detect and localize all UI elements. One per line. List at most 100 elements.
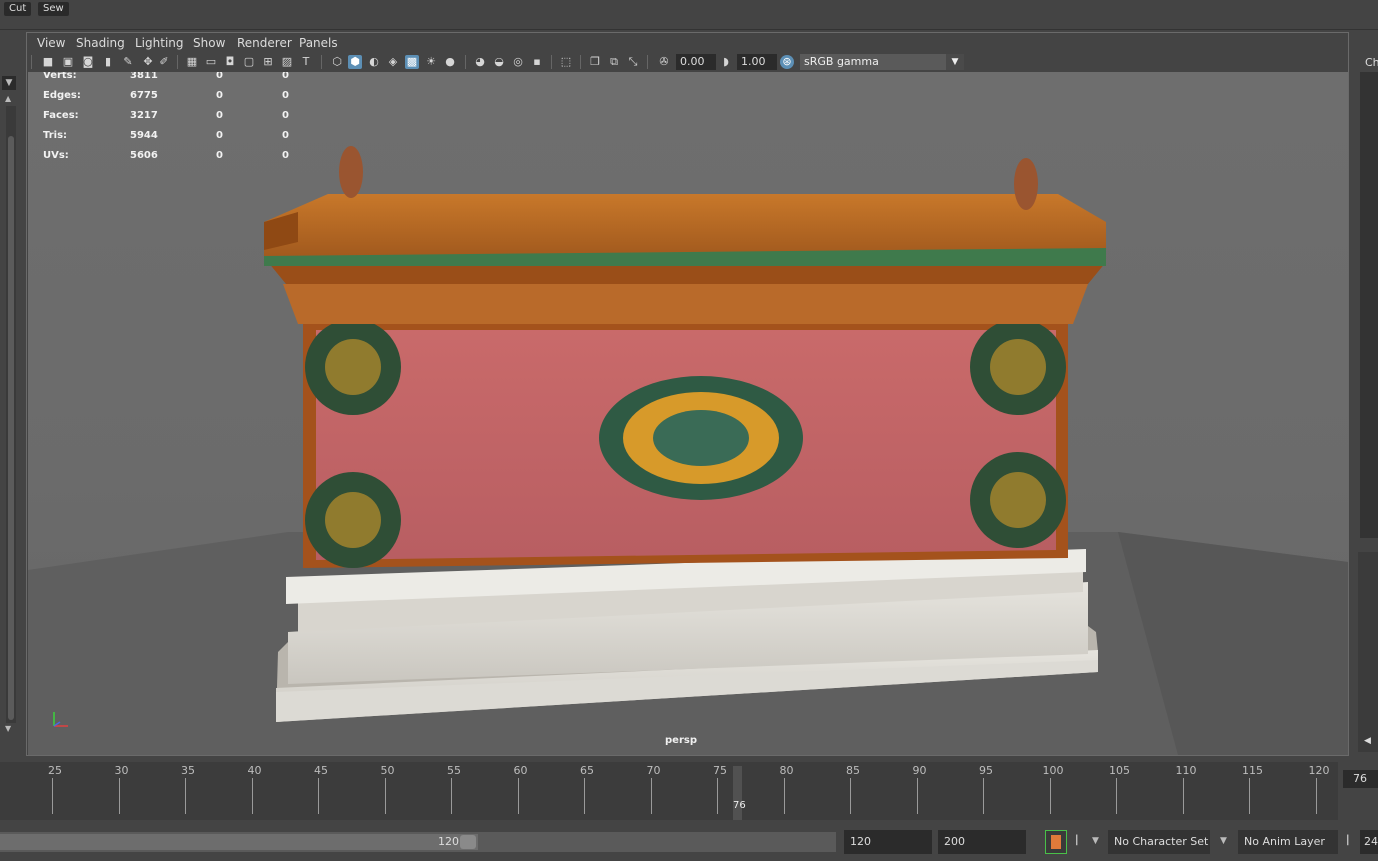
- exposure-field[interactable]: 0.00: [676, 54, 716, 70]
- right-dock: Ch D La ◀: [1350, 30, 1378, 760]
- menu-show[interactable]: Show: [193, 36, 225, 50]
- screen-wall-model: [264, 146, 1106, 722]
- separator-icon: ┃: [1074, 836, 1080, 846]
- sew-button[interactable]: Sew: [38, 2, 69, 16]
- current-frame-field[interactable]: 76: [1343, 770, 1378, 788]
- layer-editor-panel[interactable]: [1358, 552, 1378, 752]
- character-set-select[interactable]: No Character Set: [1108, 830, 1210, 854]
- safe-action-icon[interactable]: ▨: [280, 55, 294, 69]
- pencil-icon[interactable]: ✐: [157, 55, 171, 69]
- range-slider[interactable]: 120: [0, 832, 836, 852]
- color-space-select[interactable]: sRGB gamma ▼: [800, 54, 964, 70]
- current-frame-label: 76: [733, 800, 746, 811]
- tick-label: 85: [846, 764, 860, 777]
- gamma-icon[interactable]: ◗: [719, 55, 733, 69]
- tick-mark: [318, 778, 319, 814]
- range-slider-handle[interactable]: [460, 835, 476, 849]
- lights-icon[interactable]: ☀: [424, 55, 438, 69]
- gamma-field[interactable]: 1.00: [737, 54, 777, 70]
- tick-label: 35: [181, 764, 195, 777]
- range-slider-value: 120: [438, 835, 459, 848]
- tick-mark: [52, 778, 53, 814]
- tick-label: 100: [1042, 764, 1064, 777]
- menu-panels[interactable]: Panels: [299, 36, 338, 50]
- tick-mark: [916, 778, 918, 814]
- menu-view[interactable]: View: [37, 36, 65, 50]
- wireframe-icon[interactable]: ⬡: [330, 55, 344, 69]
- tick-mark: [584, 778, 585, 814]
- tick-mark: [650, 778, 652, 814]
- auto-key-button[interactable]: [1045, 830, 1067, 854]
- textured-icon[interactable]: ▩: [405, 55, 419, 69]
- tick-label: 25: [48, 764, 62, 777]
- time-slider[interactable]: 25 30 35 40 45 50 55 60 65 70 75 80 85 90 95 100 105 110 1…: [0, 762, 1338, 820]
- tick-mark: [717, 778, 718, 814]
- camera-name-label: persp: [665, 735, 697, 746]
- channel-box-panel[interactable]: [1360, 72, 1378, 538]
- anim-layer-select[interactable]: No Anim Layer: [1238, 830, 1338, 854]
- tick-mark: [517, 778, 519, 814]
- xray-active-icon[interactable]: ⤡: [626, 55, 640, 69]
- resolution-gate-icon[interactable]: ◘: [223, 55, 237, 69]
- top-shelf: Cut Sew: [0, 0, 1378, 30]
- tick-mark: [850, 778, 851, 814]
- 3d-viewport[interactable]: Verts: 3811 0 0 Edges: 6775 0 0 Faces: 3217 0 0 T…: [28, 72, 1348, 755]
- chevron-down-icon[interactable]: ▼: [1220, 836, 1227, 846]
- depth-of-field-icon[interactable]: ▪: [530, 55, 544, 69]
- smooth-shade-icon[interactable]: ⬢: [348, 55, 362, 69]
- tick-label: 65: [580, 764, 594, 777]
- gate-mask-icon[interactable]: ▢: [242, 55, 256, 69]
- shadows-icon[interactable]: ●: [443, 55, 457, 69]
- scroll-thumb[interactable]: [8, 136, 14, 720]
- motion-blur-icon[interactable]: ◒: [492, 55, 506, 69]
- playhead[interactable]: [733, 766, 742, 820]
- tick-label: 75: [713, 764, 727, 777]
- playback-end-field[interactable]: 120: [844, 830, 932, 854]
- xray-icon[interactable]: ❐: [588, 55, 602, 69]
- move-camera-icon[interactable]: ✥: [141, 55, 155, 69]
- isolate-icon[interactable]: ⬚: [559, 55, 573, 69]
- channel-box-tab[interactable]: Ch: [1365, 56, 1378, 69]
- tick-label: 70: [646, 764, 661, 777]
- bookmark-icon[interactable]: ▮: [101, 55, 115, 69]
- camera-attr-icon[interactable]: ▣: [61, 55, 75, 69]
- scroll-up-icon[interactable]: ▲: [5, 94, 11, 103]
- dropdown-arrow-icon[interactable]: ▼: [2, 76, 16, 90]
- grid-icon[interactable]: ▦: [185, 55, 199, 69]
- tick-label: 90: [912, 764, 927, 777]
- panel-toolbar: ■ ▣ ◙ ▮ ✎ ✥ ✐ ▦ ▭ ◘ ▢ ⊞ ▨ T ⬡ ⬢ ◐ ◈ ▩ ☀ …: [27, 52, 1348, 72]
- tick-label: 80: [779, 764, 794, 777]
- tick-mark: [251, 778, 253, 814]
- animation-end-field[interactable]: 200: [938, 830, 1026, 854]
- tick-mark: [1315, 778, 1317, 814]
- menu-lighting[interactable]: Lighting: [135, 36, 184, 50]
- tick-label: 55: [447, 764, 461, 777]
- chevron-down-icon[interactable]: ▼: [1092, 836, 1099, 846]
- film-gate-icon[interactable]: ▭: [204, 55, 218, 69]
- wireframe-on-shaded-icon[interactable]: ◈: [386, 55, 400, 69]
- default-material-icon[interactable]: ◐: [367, 55, 381, 69]
- safe-title-icon[interactable]: T: [299, 55, 313, 69]
- camera-lock-icon[interactable]: ◙: [81, 55, 95, 69]
- menu-renderer[interactable]: Renderer: [237, 36, 292, 50]
- fps-field[interactable]: 24: [1360, 830, 1378, 854]
- chevron-down-icon[interactable]: ▼: [946, 54, 964, 70]
- exposure-icon[interactable]: ✇: [657, 55, 671, 69]
- tick-mark: [983, 778, 984, 814]
- panel-menubar: View Shading Lighting Show Renderer Pane…: [27, 33, 1348, 53]
- tick-mark: [118, 778, 120, 814]
- scroll-left-icon[interactable]: ◀: [1364, 736, 1371, 746]
- colormanage-icon[interactable]: ⊛: [780, 55, 794, 69]
- menu-shading[interactable]: Shading: [76, 36, 125, 50]
- xray-joints-icon[interactable]: ⧉: [607, 55, 621, 69]
- multisample-icon[interactable]: ◎: [511, 55, 525, 69]
- camera-icon[interactable]: ■: [41, 55, 55, 69]
- tick-label: 95: [979, 764, 993, 777]
- field-chart-icon[interactable]: ⊞: [261, 55, 275, 69]
- screen-space-ao-icon[interactable]: ◕: [473, 55, 487, 69]
- tick-label: 45: [314, 764, 328, 777]
- scroll-down-icon[interactable]: ▼: [5, 724, 11, 733]
- select-camera-icon[interactable]: ✎: [121, 55, 135, 69]
- cut-button[interactable]: Cut: [4, 2, 32, 16]
- tick-label: 115: [1242, 764, 1263, 777]
